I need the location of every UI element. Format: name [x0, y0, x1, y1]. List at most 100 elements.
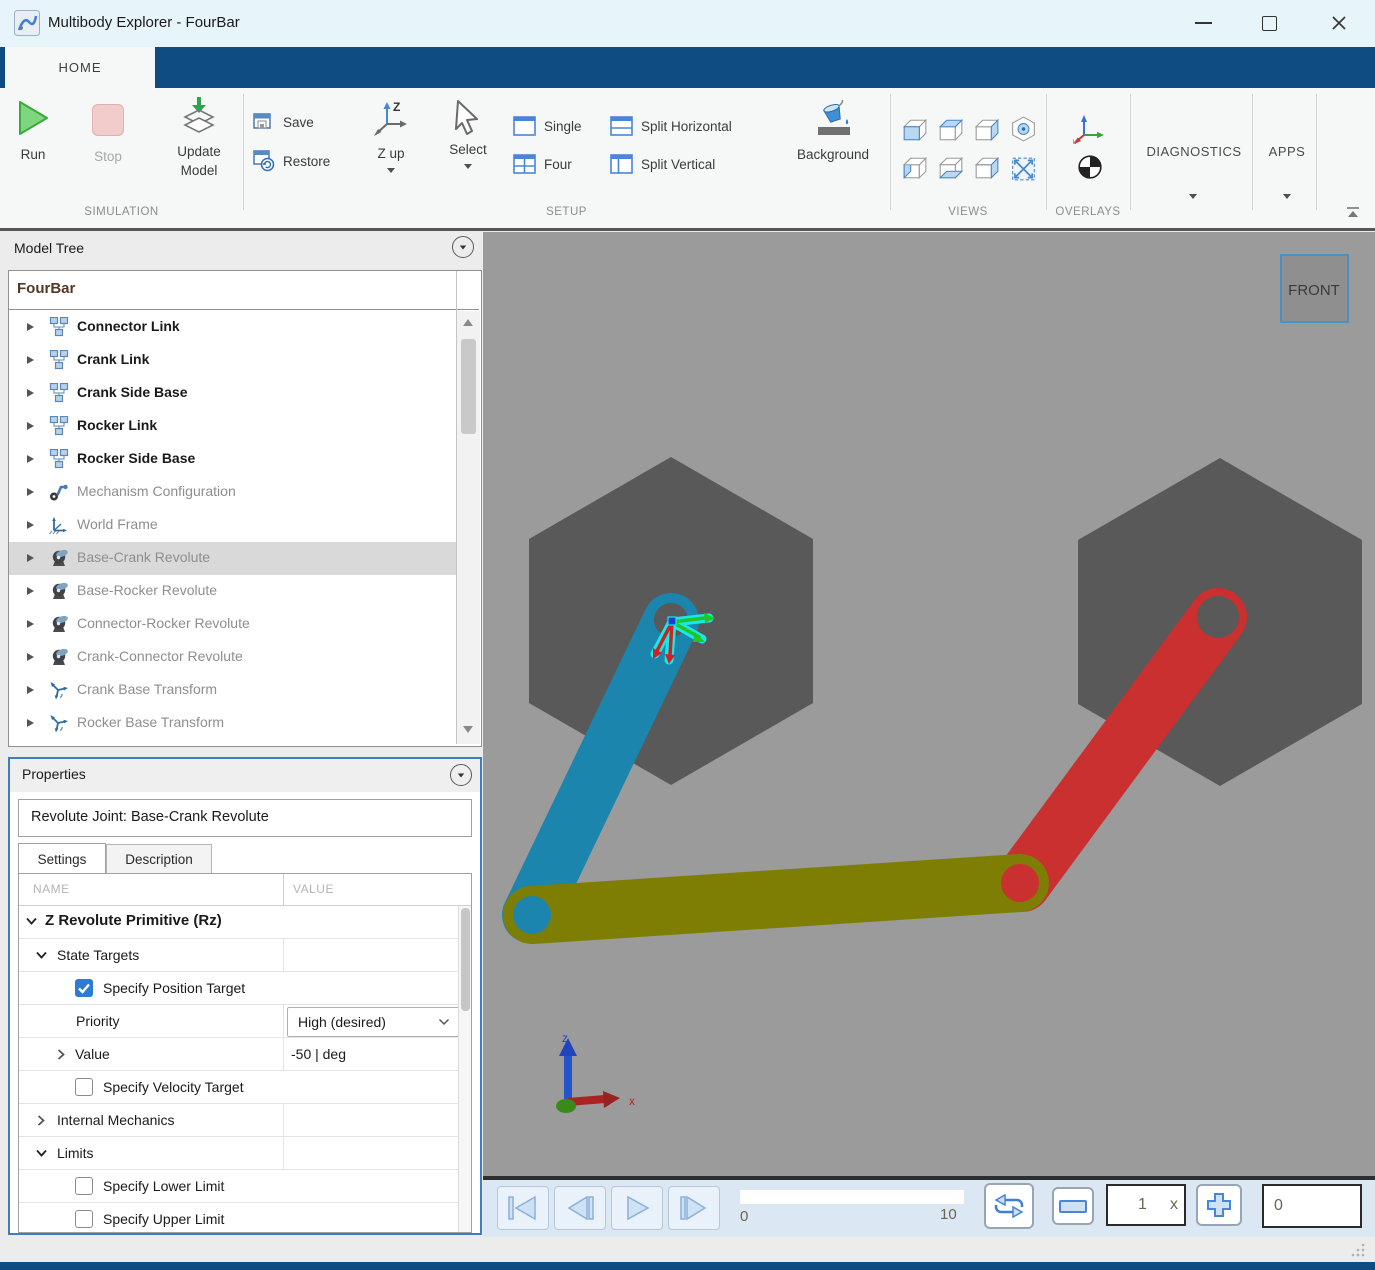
single-view-button[interactable]: Single — [513, 116, 582, 136]
diagnostics-caret[interactable] — [1189, 194, 1197, 199]
resize-grip[interactable] — [1350, 1242, 1366, 1258]
four-view-button[interactable]: Four — [513, 154, 572, 174]
expand-triangle-icon[interactable] — [27, 719, 34, 727]
expand-triangle-icon[interactable] — [27, 455, 34, 463]
apps-caret[interactable] — [1283, 194, 1291, 199]
view-fit-icon[interactable] — [1010, 156, 1037, 182]
row-value[interactable]: Value -50 | deg — [19, 1037, 471, 1071]
model-tree-collapse-button[interactable] — [452, 236, 474, 258]
select-button[interactable]: Select — [440, 98, 496, 169]
run-button[interactable]: Run — [6, 98, 60, 162]
loop-button[interactable] — [984, 1183, 1034, 1229]
z-up-button[interactable]: Z Z up — [366, 100, 416, 173]
scroll-up-icon[interactable] — [463, 319, 473, 326]
scroll-down-icon[interactable] — [463, 726, 473, 733]
expand-triangle-icon[interactable] — [27, 389, 34, 397]
tree-item-base-crank-revolute[interactable]: Base-Crank Revolute — [9, 542, 456, 575]
restore-button[interactable]: Restore — [253, 150, 330, 172]
tree-scrollbar[interactable] — [457, 311, 480, 744]
view-side-icon[interactable] — [974, 118, 1000, 142]
chevron-down-icon[interactable] — [35, 1148, 48, 1158]
split-horizontal-button[interactable]: Split Horizontal — [610, 116, 732, 136]
tree-item-crank-base-transform[interactable]: Crank Base Transform — [9, 674, 456, 707]
priority-dropdown[interactable]: High (desired) — [287, 1007, 461, 1037]
run-label: Run — [20, 147, 46, 162]
tree-item-crank-connector-revolute[interactable]: Crank-Connector Revolute — [9, 641, 456, 674]
expand-triangle-icon[interactable] — [27, 587, 34, 595]
model-tree-root-row[interactable]: FourBar — [9, 271, 479, 310]
row-primitive[interactable]: Z Revolute Primitive (Rz) — [19, 905, 471, 938]
tree-item-connector-link[interactable]: Connector Link — [9, 311, 456, 344]
play-button[interactable] — [611, 1186, 663, 1230]
close-button[interactable] — [1316, 6, 1362, 40]
background-button[interactable]: Background — [785, 100, 881, 162]
expand-triangle-icon[interactable] — [27, 323, 34, 331]
step-back-button[interactable] — [554, 1186, 606, 1230]
chevron-down-icon[interactable] — [35, 950, 48, 960]
scrollbar-thumb[interactable] — [461, 908, 470, 1011]
viewport-3d[interactable]: FRONT z x — [483, 232, 1375, 1180]
speed-increase-button[interactable] — [1196, 1184, 1242, 1226]
collapse-ribbon-button[interactable] — [1344, 206, 1362, 220]
tab-settings[interactable]: Settings — [18, 843, 106, 874]
view-cube-front-badge[interactable]: FRONT — [1280, 254, 1349, 323]
tree-item-base-rocker-revolute[interactable]: Base-Rocker Revolute — [9, 575, 456, 608]
tree-item-crank-side-base[interactable]: Crank Side Base — [9, 377, 456, 410]
view-right-icon[interactable] — [974, 156, 1000, 180]
expand-triangle-icon[interactable] — [27, 356, 34, 364]
tree-item-rocker-base-transform[interactable]: Rocker Base Transform — [9, 707, 456, 740]
tree-item-rocker-link[interactable]: Rocker Link — [9, 410, 456, 443]
apps-button[interactable]: APPS — [1256, 144, 1318, 159]
maximize-button[interactable] — [1246, 6, 1292, 40]
minimize-button[interactable] — [1180, 6, 1226, 40]
chevron-right-icon[interactable] — [56, 1048, 66, 1061]
tree-item-crank-link[interactable]: Crank Link — [9, 344, 456, 377]
frame-overlay-icon[interactable]: k — [1072, 112, 1106, 146]
time-slider[interactable] — [740, 1190, 964, 1204]
chevron-right-icon[interactable] — [36, 1114, 46, 1127]
expand-triangle-icon[interactable] — [27, 686, 34, 694]
scrollbar-thumb[interactable] — [461, 339, 476, 434]
speed-display[interactable]: 1 x — [1106, 1184, 1186, 1226]
view-left-icon[interactable] — [902, 156, 928, 180]
view-front-icon[interactable] — [902, 118, 928, 142]
center-of-mass-overlay-icon[interactable] — [1077, 154, 1103, 180]
select-dropdown-caret[interactable] — [464, 164, 472, 169]
position-target-value[interactable]: -50 | deg — [291, 1046, 346, 1062]
expand-triangle-icon[interactable] — [27, 521, 34, 529]
step-forward-button[interactable] — [668, 1186, 720, 1230]
row-internal-mechanics[interactable]: Internal Mechanics — [19, 1103, 471, 1137]
specify-upper-limit-checkbox[interactable] — [75, 1210, 93, 1228]
connector-link-body[interactable] — [503, 854, 1049, 944]
specify-velocity-target-checkbox[interactable] — [75, 1078, 93, 1096]
chevron-down-icon[interactable] — [25, 916, 38, 926]
tree-item-connector-rocker-revolute[interactable]: Connector-Rocker Revolute — [9, 608, 456, 641]
view-isometric-icon[interactable] — [1010, 116, 1037, 142]
row-state-targets[interactable]: State Targets — [19, 938, 471, 972]
specify-position-target-checkbox[interactable] — [75, 979, 93, 997]
z-up-dropdown-caret[interactable] — [387, 168, 395, 173]
expand-triangle-icon[interactable] — [27, 620, 34, 628]
skip-to-start-button[interactable] — [497, 1186, 549, 1230]
save-button[interactable]: Save — [253, 112, 314, 132]
update-model-button[interactable]: Update Model — [158, 96, 240, 180]
tree-item-mechanism-configuration[interactable]: Mechanism Configuration — [9, 476, 456, 509]
expand-triangle-icon[interactable] — [27, 488, 34, 496]
expand-triangle-icon[interactable] — [27, 653, 34, 661]
view-bottom-icon[interactable] — [938, 156, 964, 180]
specify-lower-limit-checkbox[interactable] — [75, 1177, 93, 1195]
speed-decrease-button[interactable] — [1052, 1187, 1094, 1225]
properties-collapse-button[interactable] — [450, 764, 472, 786]
diagnostics-button[interactable]: DIAGNOSTICS — [1136, 144, 1252, 159]
split-vertical-button[interactable]: Split Vertical — [610, 154, 715, 174]
tree-item-rocker-side-base[interactable]: Rocker Side Base — [9, 443, 456, 476]
row-limits[interactable]: Limits — [19, 1136, 471, 1170]
tree-item-world-frame[interactable]: World Frame — [9, 509, 456, 542]
properties-scrollbar[interactable] — [458, 906, 471, 1232]
time-field[interactable]: 0 — [1262, 1184, 1362, 1228]
view-top-icon[interactable] — [938, 118, 964, 142]
expand-triangle-icon[interactable] — [27, 422, 34, 430]
tab-description[interactable]: Description — [106, 844, 212, 874]
expand-triangle-icon[interactable] — [27, 554, 34, 562]
tab-home[interactable]: HOME — [5, 47, 155, 88]
